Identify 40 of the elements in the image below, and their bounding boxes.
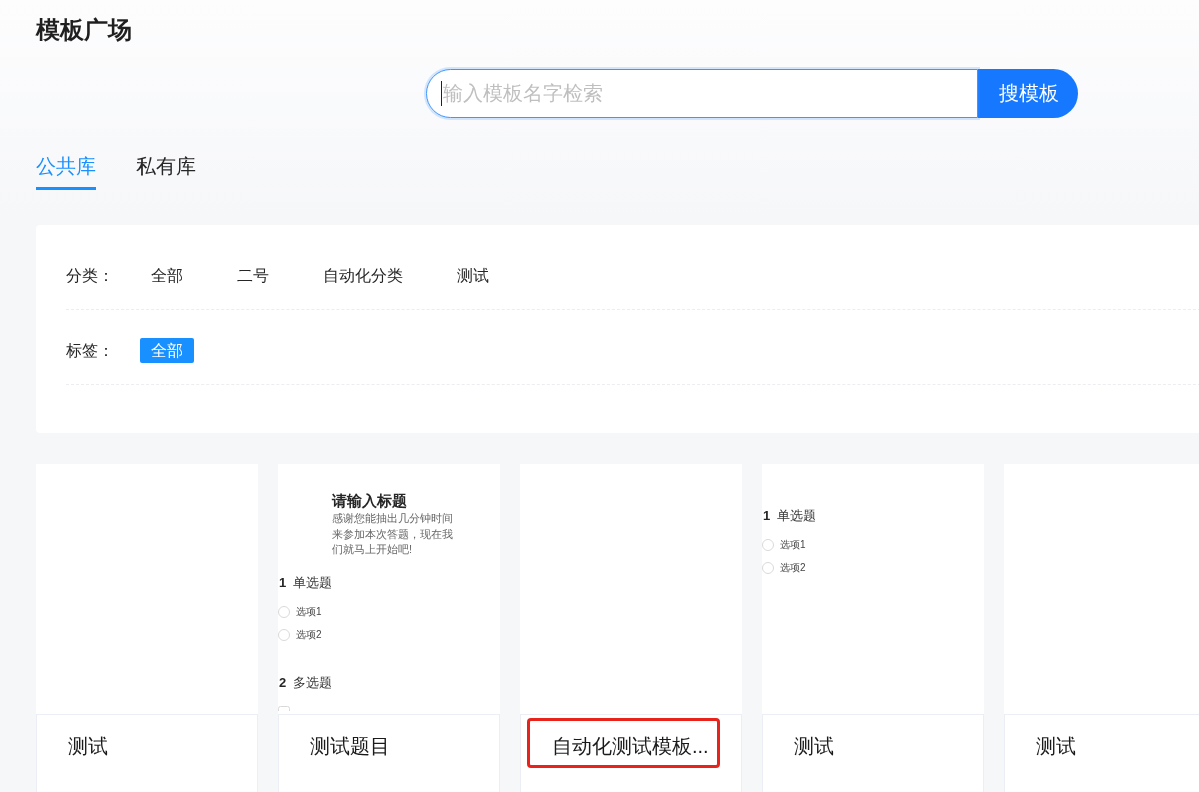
search-field[interactable]: 输入模板名字检索 [426, 69, 978, 118]
filter-label: 标签： [66, 341, 115, 361]
card-footer[interactable]: 自动化测试模板... [520, 714, 742, 792]
template-title: 测试 [794, 734, 834, 759]
survey-intro: 感谢您能抽出几分钟时间来参加本次答题，现在我们就马上开始吧! [332, 511, 454, 557]
option-label: 选项1 [296, 604, 322, 619]
card-footer[interactable]: 测试 [36, 714, 258, 792]
question-number: 1 [763, 507, 771, 525]
filter-label: 分类： [66, 266, 115, 286]
radio-icon [278, 605, 290, 618]
question-title: 单选题 [293, 573, 333, 592]
template-title: 测试 [1036, 734, 1076, 759]
question-number: 1 [279, 573, 287, 592]
radio-icon [762, 539, 774, 551]
filter-option[interactable]: 二号 [226, 263, 280, 288]
page-title: 模板广场 [36, 16, 132, 44]
question-title: 多选题 [293, 673, 333, 692]
text-cursor-icon [441, 81, 442, 106]
template-preview[interactable]: 1 单选题 选项1 选项2 [762, 464, 984, 714]
template-preview[interactable]: 请输入标题 感谢您能抽出几分钟时间来参加本次答题，现在我们就马上开始吧! 1 单选题 选项1 选项2 2 多选题 [278, 464, 500, 714]
card-footer[interactable]: 测试题目 [278, 714, 500, 792]
card-footer[interactable]: 测试 [762, 714, 984, 792]
question-number: 2 [279, 673, 287, 692]
filter-option[interactable]: 测试 [446, 263, 500, 288]
card-footer[interactable]: 测试 [1004, 714, 1199, 792]
option-label: 选项2 [780, 561, 806, 575]
filter-option[interactable]: 自动化分类 [312, 263, 414, 288]
survey-heading: 请输入标题 [332, 491, 407, 511]
question-title: 单选题 [777, 507, 817, 525]
template-title: 测试题目 [310, 734, 390, 759]
option-label: 选项1 [780, 538, 806, 552]
checkbox-icon [278, 705, 290, 711]
search-button[interactable]: 搜模板 [978, 69, 1078, 118]
tab[interactable]: 私有库 [136, 154, 196, 190]
radio-icon [278, 628, 290, 641]
radio-icon [762, 562, 774, 574]
option-label: 选项2 [296, 627, 322, 642]
filter-option[interactable]: 全部 [140, 263, 194, 288]
template-title: 自动化测试模板... [552, 734, 709, 759]
template-title: 测试 [68, 734, 108, 759]
